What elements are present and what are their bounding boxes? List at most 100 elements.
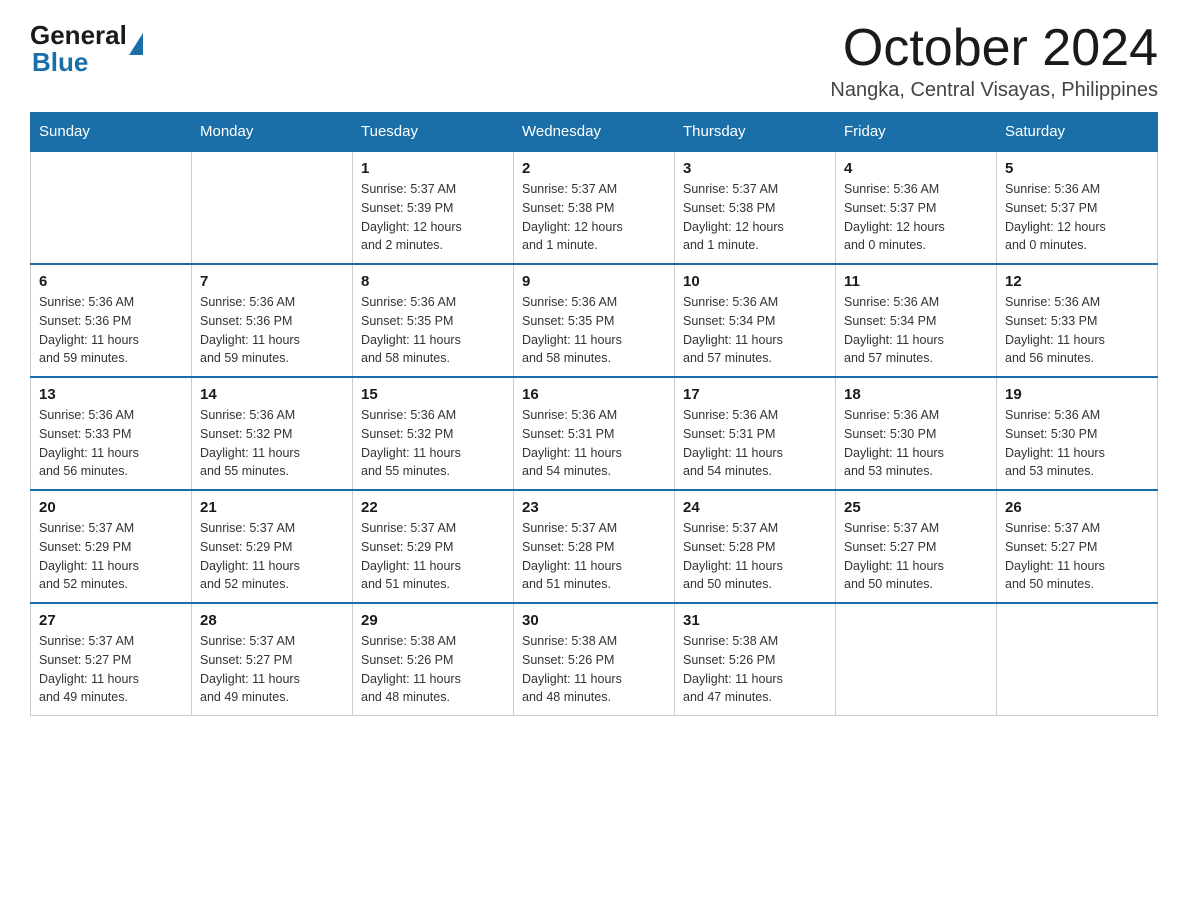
- day-info: Sunrise: 5:37 AMSunset: 5:29 PMDaylight:…: [361, 519, 505, 594]
- day-info: Sunrise: 5:37 AMSunset: 5:28 PMDaylight:…: [683, 519, 827, 594]
- day-info: Sunrise: 5:36 AMSunset: 5:32 PMDaylight:…: [200, 406, 344, 481]
- logo: General Blue: [30, 20, 143, 78]
- day-info: Sunrise: 5:36 AMSunset: 5:37 PMDaylight:…: [1005, 180, 1149, 255]
- calendar-week-row: 20 Sunrise: 5:37 AMSunset: 5:29 PMDayligh…: [31, 490, 1158, 603]
- weekday-header-cell: Monday: [192, 113, 353, 152]
- day-number: 5: [1005, 160, 1149, 177]
- day-number: 29: [361, 612, 505, 629]
- calendar-day-cell: 2 Sunrise: 5:37 AMSunset: 5:38 PMDaylight…: [514, 151, 675, 264]
- day-info: Sunrise: 5:36 AMSunset: 5:37 PMDaylight:…: [844, 180, 988, 255]
- day-number: 22: [361, 499, 505, 516]
- day-number: 19: [1005, 386, 1149, 403]
- weekday-header-cell: Saturday: [997, 113, 1158, 152]
- calendar-day-cell: 14 Sunrise: 5:36 AMSunset: 5:32 PMDayligh…: [192, 377, 353, 490]
- day-info: Sunrise: 5:36 AMSunset: 5:32 PMDaylight:…: [361, 406, 505, 481]
- calendar-week-row: 1 Sunrise: 5:37 AMSunset: 5:39 PMDaylight…: [31, 151, 1158, 264]
- calendar-day-cell: 24 Sunrise: 5:37 AMSunset: 5:28 PMDayligh…: [675, 490, 836, 603]
- weekday-header-cell: Wednesday: [514, 113, 675, 152]
- day-info: Sunrise: 5:38 AMSunset: 5:26 PMDaylight:…: [361, 632, 505, 707]
- day-info: Sunrise: 5:37 AMSunset: 5:27 PMDaylight:…: [844, 519, 988, 594]
- day-info: Sunrise: 5:37 AMSunset: 5:38 PMDaylight:…: [522, 180, 666, 255]
- calendar-day-cell: 9 Sunrise: 5:36 AMSunset: 5:35 PMDaylight…: [514, 264, 675, 377]
- day-info: Sunrise: 5:36 AMSunset: 5:36 PMDaylight:…: [39, 293, 183, 368]
- calendar-day-cell: 4 Sunrise: 5:36 AMSunset: 5:37 PMDaylight…: [836, 151, 997, 264]
- weekday-header-cell: Friday: [836, 113, 997, 152]
- day-number: 25: [844, 499, 988, 516]
- calendar-day-cell: 30Sunrise: 5:38 AMSunset: 5:26 PMDayligh…: [514, 603, 675, 716]
- calendar-day-cell: 6Sunrise: 5:36 AMSunset: 5:36 PMDaylight…: [31, 264, 192, 377]
- day-number: 17: [683, 386, 827, 403]
- calendar-week-row: 6Sunrise: 5:36 AMSunset: 5:36 PMDaylight…: [31, 264, 1158, 377]
- day-number: 13: [39, 386, 183, 403]
- calendar-day-cell: [836, 603, 997, 716]
- day-number: 21: [200, 499, 344, 516]
- day-number: 14: [200, 386, 344, 403]
- weekday-header-cell: Thursday: [675, 113, 836, 152]
- day-info: Sunrise: 5:36 AMSunset: 5:33 PMDaylight:…: [39, 406, 183, 481]
- day-number: 11: [844, 273, 988, 290]
- calendar-body: 1 Sunrise: 5:37 AMSunset: 5:39 PMDaylight…: [31, 151, 1158, 716]
- day-info: Sunrise: 5:37 AMSunset: 5:27 PMDaylight:…: [200, 632, 344, 707]
- day-number: 2: [522, 160, 666, 177]
- calendar-day-cell: 1 Sunrise: 5:37 AMSunset: 5:39 PMDaylight…: [353, 151, 514, 264]
- calendar-day-cell: 29 Sunrise: 5:38 AMSunset: 5:26 PMDayligh…: [353, 603, 514, 716]
- calendar-day-cell: 22 Sunrise: 5:37 AMSunset: 5:29 PMDayligh…: [353, 490, 514, 603]
- page-header: General Blue October 2024 Nangka, Centra…: [30, 20, 1158, 102]
- day-number: 10: [683, 273, 827, 290]
- day-info: Sunrise: 5:38 AMSunset: 5:26 PMDaylight:…: [683, 632, 827, 707]
- calendar-day-cell: [997, 603, 1158, 716]
- day-info: Sunrise: 5:36 AMSunset: 5:36 PMDaylight:…: [200, 293, 344, 368]
- day-number: 8: [361, 273, 505, 290]
- day-info: Sunrise: 5:37 AMSunset: 5:38 PMDaylight:…: [683, 180, 827, 255]
- day-number: 27: [39, 612, 183, 629]
- day-number: 23: [522, 499, 666, 516]
- day-info: Sunrise: 5:36 AMSunset: 5:31 PMDaylight:…: [522, 406, 666, 481]
- calendar-day-cell: 3 Sunrise: 5:37 AMSunset: 5:38 PMDaylight…: [675, 151, 836, 264]
- weekday-header-row: SundayMondayTuesdayWednesdayThursdayFrid…: [31, 113, 1158, 152]
- day-info: Sunrise: 5:36 AMSunset: 5:34 PMDaylight:…: [683, 293, 827, 368]
- day-info: Sunrise: 5:37 AMSunset: 5:29 PMDaylight:…: [39, 519, 183, 594]
- day-number: 30: [522, 612, 666, 629]
- day-info: Sunrise: 5:37 AMSunset: 5:39 PMDaylight:…: [361, 180, 505, 255]
- calendar-day-cell: 19Sunrise: 5:36 AMSunset: 5:30 PMDayligh…: [997, 377, 1158, 490]
- day-info: Sunrise: 5:36 AMSunset: 5:31 PMDaylight:…: [683, 406, 827, 481]
- calendar-day-cell: 31 Sunrise: 5:38 AMSunset: 5:26 PMDayligh…: [675, 603, 836, 716]
- day-number: 9: [522, 273, 666, 290]
- day-number: 31: [683, 612, 827, 629]
- day-info: Sunrise: 5:36 AMSunset: 5:34 PMDaylight:…: [844, 293, 988, 368]
- day-number: 7: [200, 273, 344, 290]
- day-number: 1: [361, 160, 505, 177]
- day-info: Sunrise: 5:37 AMSunset: 5:27 PMDaylight:…: [1005, 519, 1149, 594]
- calendar-day-cell: [31, 151, 192, 264]
- day-info: Sunrise: 5:36 AMSunset: 5:35 PMDaylight:…: [522, 293, 666, 368]
- calendar-day-cell: 17 Sunrise: 5:36 AMSunset: 5:31 PMDayligh…: [675, 377, 836, 490]
- calendar-day-cell: 8 Sunrise: 5:36 AMSunset: 5:35 PMDaylight…: [353, 264, 514, 377]
- calendar-day-cell: 23Sunrise: 5:37 AMSunset: 5:28 PMDayligh…: [514, 490, 675, 603]
- calendar-day-cell: 21Sunrise: 5:37 AMSunset: 5:29 PMDayligh…: [192, 490, 353, 603]
- day-info: Sunrise: 5:37 AMSunset: 5:27 PMDaylight:…: [39, 632, 183, 707]
- calendar-day-cell: 26 Sunrise: 5:37 AMSunset: 5:27 PMDayligh…: [997, 490, 1158, 603]
- day-number: 26: [1005, 499, 1149, 516]
- calendar-day-cell: 27 Sunrise: 5:37 AMSunset: 5:27 PMDayligh…: [31, 603, 192, 716]
- day-info: Sunrise: 5:36 AMSunset: 5:35 PMDaylight:…: [361, 293, 505, 368]
- day-number: 20: [39, 499, 183, 516]
- day-number: 3: [683, 160, 827, 177]
- calendar-day-cell: 18 Sunrise: 5:36 AMSunset: 5:30 PMDayligh…: [836, 377, 997, 490]
- calendar-day-cell: 5 Sunrise: 5:36 AMSunset: 5:37 PMDaylight…: [997, 151, 1158, 264]
- day-number: 28: [200, 612, 344, 629]
- calendar-week-row: 27 Sunrise: 5:37 AMSunset: 5:27 PMDayligh…: [31, 603, 1158, 716]
- logo-blue-text: Blue: [32, 47, 143, 78]
- calendar-week-row: 13 Sunrise: 5:36 AMSunset: 5:33 PMDayligh…: [31, 377, 1158, 490]
- title-section: October 2024 Nangka, Central Visayas, Ph…: [830, 20, 1158, 102]
- day-number: 24: [683, 499, 827, 516]
- calendar-day-cell: 7 Sunrise: 5:36 AMSunset: 5:36 PMDaylight…: [192, 264, 353, 377]
- weekday-header-cell: Sunday: [31, 113, 192, 152]
- day-info: Sunrise: 5:36 AMSunset: 5:30 PMDaylight:…: [844, 406, 988, 481]
- calendar-day-cell: 12Sunrise: 5:36 AMSunset: 5:33 PMDayligh…: [997, 264, 1158, 377]
- day-number: 18: [844, 386, 988, 403]
- calendar-day-cell: 10 Sunrise: 5:36 AMSunset: 5:34 PMDayligh…: [675, 264, 836, 377]
- day-number: 4: [844, 160, 988, 177]
- location-text: Nangka, Central Visayas, Philippines: [830, 79, 1158, 102]
- calendar-day-cell: 28 Sunrise: 5:37 AMSunset: 5:27 PMDayligh…: [192, 603, 353, 716]
- calendar-day-cell: 13 Sunrise: 5:36 AMSunset: 5:33 PMDayligh…: [31, 377, 192, 490]
